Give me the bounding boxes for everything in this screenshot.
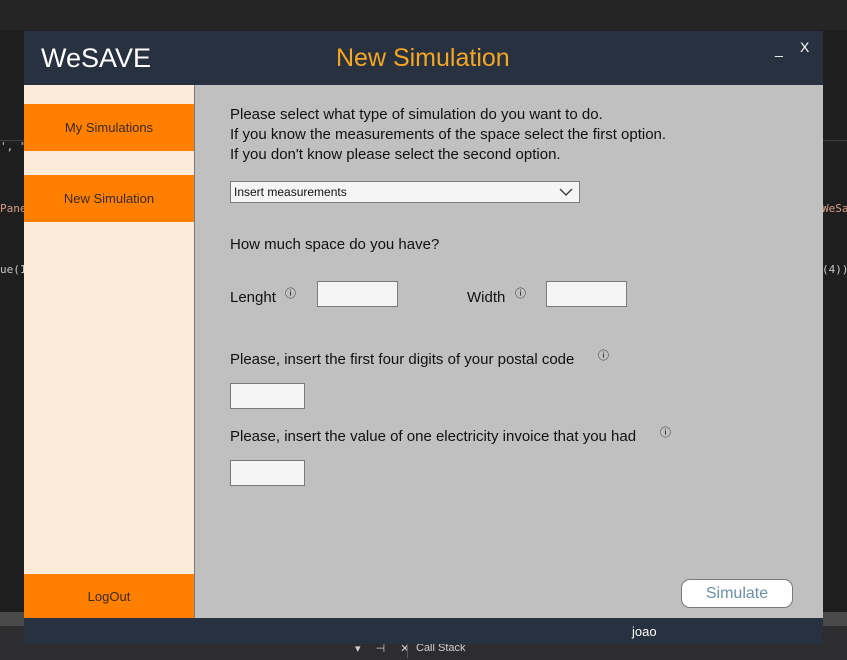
ide-code-fragment: ue(1 [0, 263, 27, 276]
logout-button[interactable]: LogOut [24, 574, 194, 618]
space-question: How much space do you have? [230, 236, 440, 253]
invoice-label: Please, insert the value of one electric… [230, 428, 637, 445]
ide-code-fragment: ', " [0, 140, 27, 153]
invoice-input[interactable] [230, 460, 305, 486]
ide-scrollbar[interactable] [0, 612, 24, 626]
info-icon[interactable]: ⓘ [598, 347, 609, 363]
width-input[interactable] [546, 281, 627, 307]
width-label: Width [467, 289, 506, 306]
info-icon[interactable]: ⓘ [660, 424, 671, 440]
sidebar: My Simulations New Simulation LogOut [24, 85, 195, 618]
title-bar: WeSAVE New Simulation _ X [24, 31, 823, 85]
status-bar: joao [24, 618, 823, 644]
close-button[interactable]: X [800, 39, 809, 55]
ide-toolbar [0, 0, 847, 30]
new-simulation-button[interactable]: New Simulation [24, 175, 194, 222]
postal-code-label: Please, insert the first four digits of … [230, 351, 575, 368]
intro-line: If you don't know please select the seco… [230, 146, 561, 163]
chevron-down-icon [559, 188, 573, 196]
username: joao [632, 624, 657, 639]
app-brand: WeSAVE [41, 43, 152, 73]
intro-text: Please select what type of simulation do… [230, 105, 666, 165]
intro-line: Please select what type of simulation do… [230, 106, 603, 123]
simulation-type-value: Insert measurements [234, 185, 347, 199]
app-window: WeSAVE New Simulation _ X My Simulations… [24, 31, 823, 644]
page-title: New Simulation [336, 44, 510, 72]
simulate-button[interactable]: Simulate [681, 579, 793, 608]
intro-line: If you know the measurements of the spac… [230, 126, 667, 143]
length-input[interactable] [317, 281, 398, 307]
ide-divider [823, 140, 847, 141]
ide-code-fragment: (4)) [822, 263, 847, 276]
length-label: Lenght [230, 289, 276, 306]
ide-scrollbar[interactable] [823, 612, 847, 626]
simulation-form: Please select what type of simulation do… [195, 85, 823, 618]
my-simulations-button[interactable]: My Simulations [24, 104, 194, 151]
minimize-button[interactable]: _ [775, 41, 783, 57]
info-icon[interactable]: ⓘ [515, 285, 526, 301]
ide-code-fragment: Pane [0, 202, 27, 215]
ide-code-fragment: WeSa [822, 202, 847, 215]
postal-code-input[interactable] [230, 383, 305, 409]
simulation-type-select[interactable]: Insert measurements [230, 181, 580, 203]
info-icon[interactable]: ⓘ [285, 285, 296, 301]
